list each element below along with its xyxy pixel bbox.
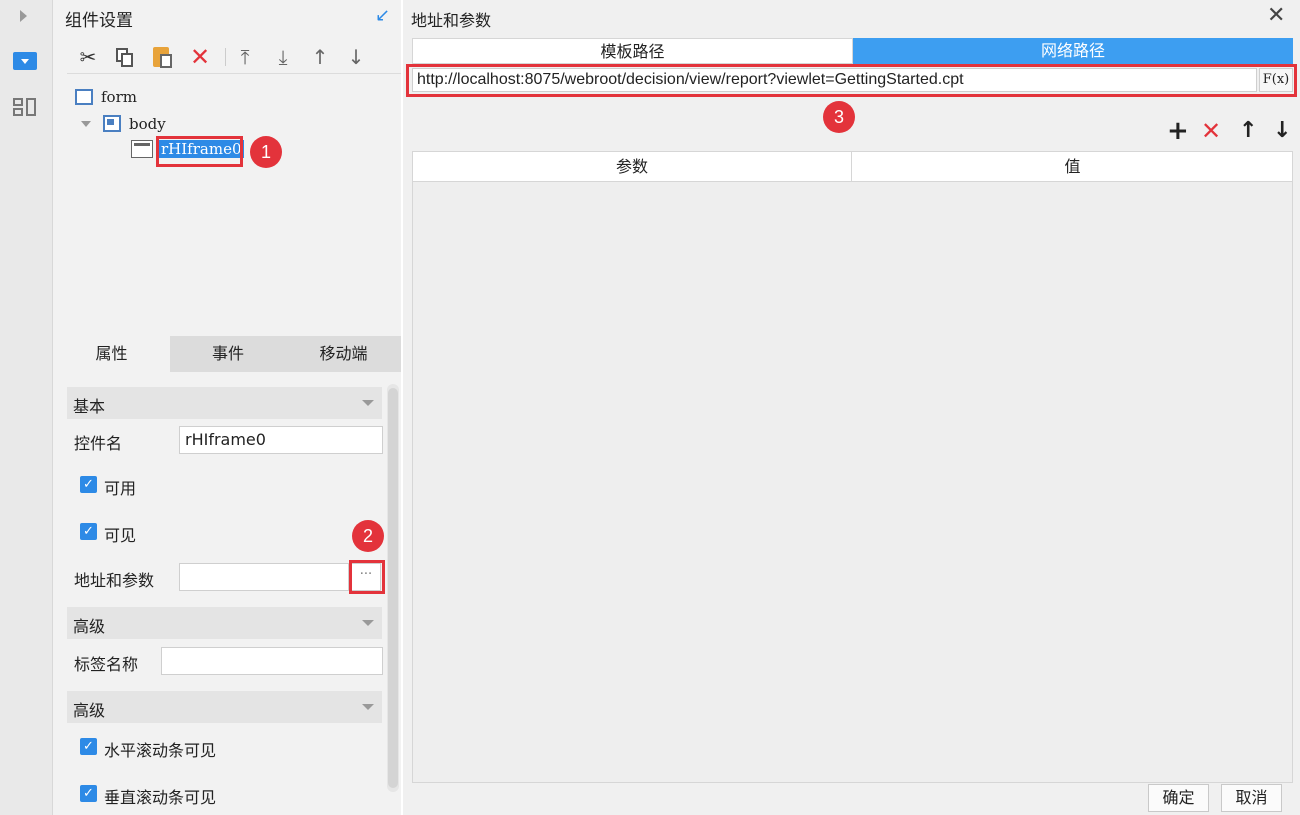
collapse-panel-icon[interactable]: ↙ [375,6,395,26]
url-params-label: 地址和参数 [74,571,155,590]
move-param-up-icon[interactable]: ↑ [1239,118,1257,144]
url-params-field[interactable] [179,563,349,591]
move-to-bottom-icon[interactable]: ⤓ [270,44,296,70]
scrollbar-thumb[interactable] [388,388,398,788]
tree-label-form: form [101,88,137,106]
visible-label: 可见 [104,526,137,545]
enabled-checkbox[interactable]: ✓ [80,476,97,493]
tag-name-label: 标签名称 [74,655,139,674]
hscroll-label: 水平滚动条可见 [104,741,217,760]
tab-network-path[interactable]: 网络路径 [853,38,1293,64]
ok-button[interactable]: 确定 [1148,784,1209,812]
visible-checkbox[interactable]: ✓ [80,523,97,540]
vscroll-checkbox[interactable]: ✓ [80,785,97,802]
highlight-box-3 [406,64,1297,97]
body-icon [103,115,121,132]
dialog-title: 地址和参数 [411,11,492,30]
section-advanced[interactable]: 高级 [67,607,382,639]
widget-name-field[interactable]: rHIframe0 [179,426,383,454]
tag-name-field[interactable] [161,647,383,675]
property-tabs: 属性 事件 移动端 [53,336,401,372]
move-param-down-icon[interactable]: ↓ [1273,118,1291,144]
highlight-box-2 [349,560,385,594]
params-table: 参数 值 [412,151,1293,783]
layout-panel-icon[interactable] [13,96,37,118]
cut-icon[interactable]: ✂ [75,44,101,70]
section-basic[interactable]: 基本 [67,387,382,419]
table-header-row: 参数 值 [413,152,1292,182]
highlight-box-1 [156,136,243,167]
cancel-button[interactable]: 取消 [1221,784,1282,812]
delete-param-icon[interactable]: ✕ [1201,118,1221,144]
tab-mobile[interactable]: 移动端 [286,336,401,372]
move-to-top-icon[interactable]: ⤒ [232,44,258,70]
marker-2: 2 [352,520,384,552]
marker-1: 1 [250,136,282,168]
tab-template-path[interactable]: 模板路径 [412,38,853,64]
component-settings-panel: 组件设置 ↙ ✂ ✕ ⤒ ⤓ ↑ ↓ form body rHIframe0 1… [53,0,401,815]
form-icon [75,89,93,105]
chevron-down-icon [362,704,374,710]
add-param-icon[interactable]: + [1167,118,1189,144]
close-icon[interactable]: ✕ [1267,4,1285,28]
expand-arrow-icon[interactable] [20,10,27,22]
move-up-icon[interactable]: ↑ [307,44,333,70]
vscroll-label: 垂直滚动条可见 [104,788,217,807]
marker-3: 3 [823,101,855,133]
move-down-icon[interactable]: ↓ [343,44,369,70]
chevron-down-icon [362,400,374,406]
tab-events[interactable]: 事件 [170,336,286,372]
copy-icon[interactable] [111,44,137,70]
tree-expand-icon[interactable] [81,121,91,127]
widget-name-label: 控件名 [74,434,123,453]
path-tabs: 模板路径 网络路径 [412,38,1293,64]
widget-toolbar: ✂ ✕ ⤒ ⤓ ↑ ↓ [67,40,401,74]
section-basic-label: 基本 [73,397,106,416]
iframe-widget-icon [131,140,153,158]
hscroll-checkbox[interactable]: ✓ [80,738,97,755]
scrollbar-track[interactable] [387,384,399,792]
section-advanced-scroll-label: 高级 [73,701,106,720]
chevron-down-icon [362,620,374,626]
tree-label-body: body [129,115,166,133]
left-icon-strip [0,0,53,815]
section-advanced-label: 高级 [73,617,106,636]
component-panel-icon[interactable] [13,52,37,70]
header-value[interactable]: 值 [853,152,1292,182]
url-params-dialog: 地址和参数 ✕ 模板路径 网络路径 http://localhost:8075/… [403,0,1300,815]
panel-title: 组件设置 [65,11,133,31]
paste-icon[interactable] [149,44,175,70]
header-param[interactable]: 参数 [413,152,852,182]
tab-properties[interactable]: 属性 [53,336,170,372]
delete-icon[interactable]: ✕ [187,43,213,71]
enabled-label: 可用 [104,479,137,498]
section-advanced-scroll[interactable]: 高级 [67,691,382,723]
